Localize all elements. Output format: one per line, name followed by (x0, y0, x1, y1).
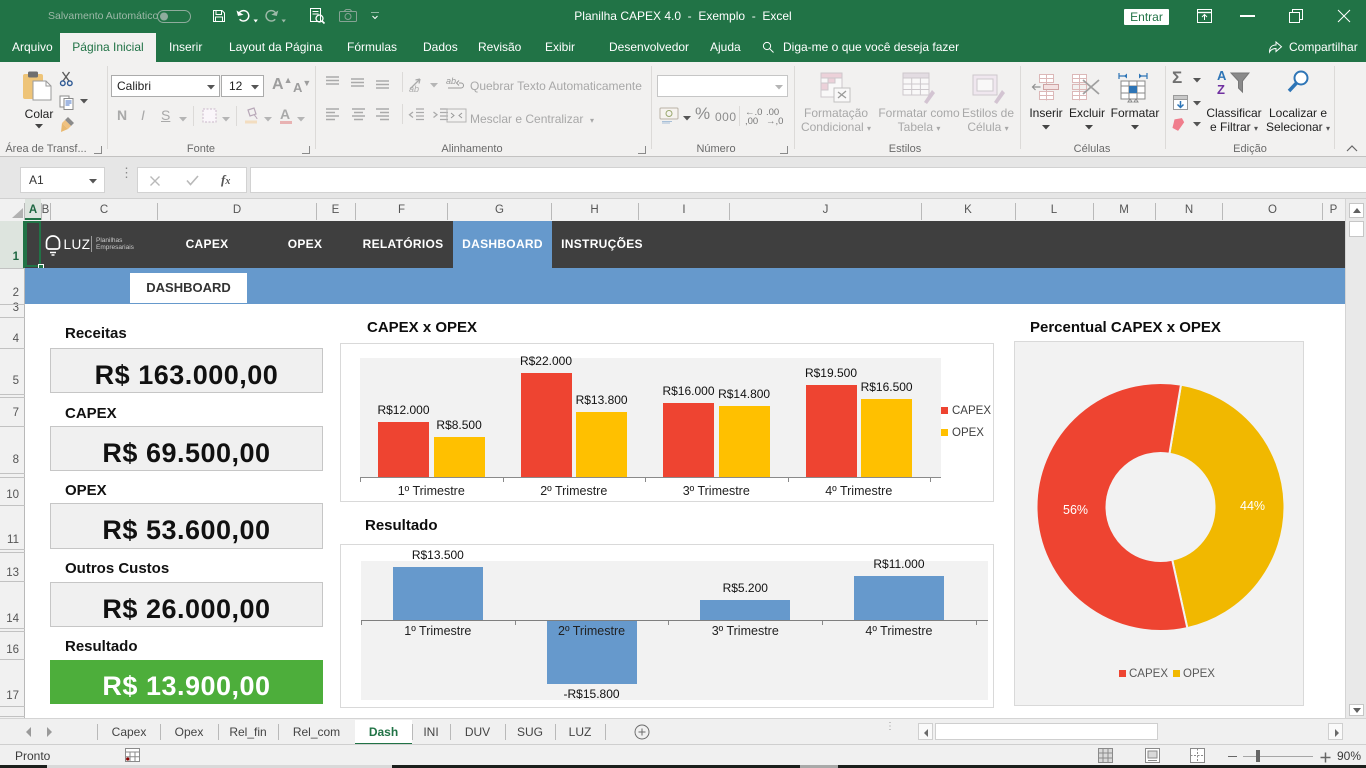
svg-text:44%: 44% (1240, 499, 1265, 513)
svg-text:ab: ab (446, 76, 456, 86)
svg-text:56%: 56% (1063, 503, 1088, 517)
svg-text:ab: ab (409, 84, 419, 93)
